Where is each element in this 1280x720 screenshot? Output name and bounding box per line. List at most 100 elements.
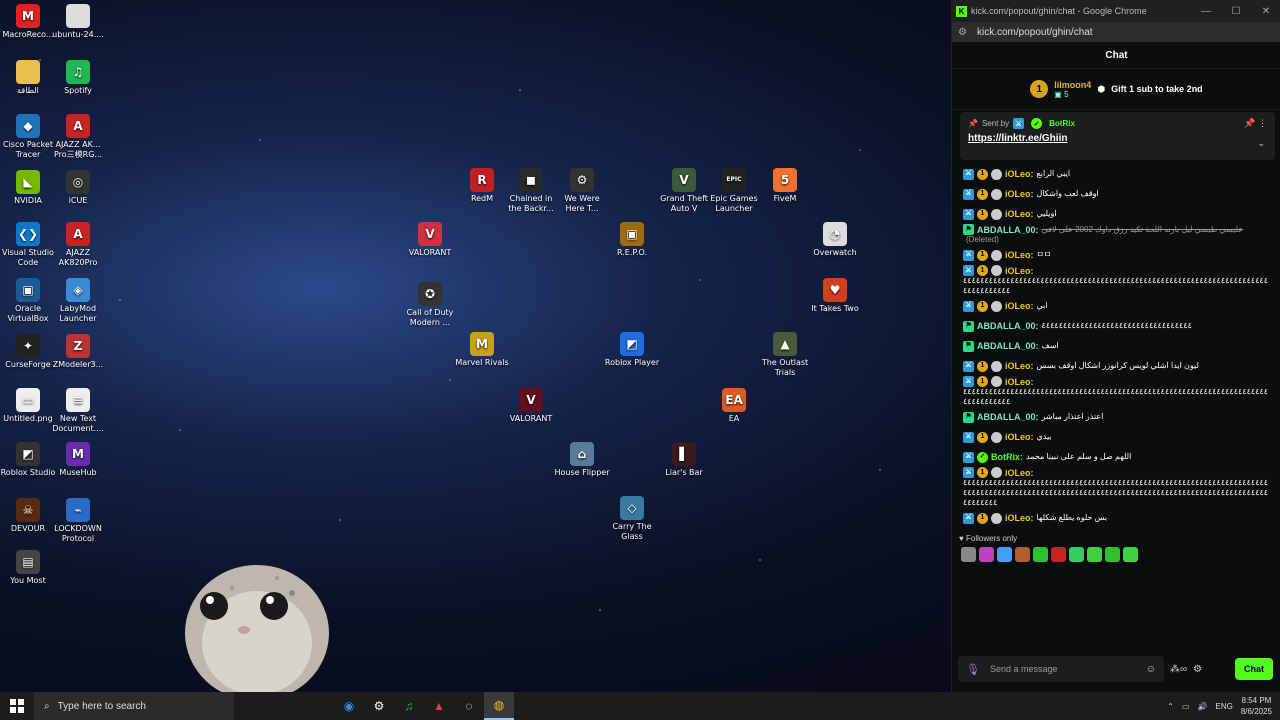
desktop-icon[interactable]: ◣ NVIDIA bbox=[0, 170, 56, 206]
desktop-icon[interactable]: ubuntu-24.... bbox=[50, 4, 106, 40]
emote-icon[interactable] bbox=[1051, 547, 1066, 562]
site-settings-icon[interactable]: ⚙ bbox=[958, 27, 967, 38]
taskbar-steam-icon[interactable]: ⚙ bbox=[364, 692, 394, 720]
chat-username[interactable]: iOLeo: bbox=[1005, 468, 1034, 478]
desktop-icon[interactable]: ❮❯ Visual Studio Code bbox=[0, 222, 56, 268]
chat-username[interactable]: BotRix: bbox=[991, 452, 1023, 462]
taskbar-app-blue-icon[interactable]: ◉ bbox=[334, 692, 364, 720]
pin-toggle-icon[interactable]: 📌 ⋮ bbox=[1244, 118, 1267, 129]
clock[interactable]: 8:54 PM 8/6/2025 bbox=[1241, 695, 1272, 717]
chat-username[interactable]: iOLeo: bbox=[1005, 209, 1034, 219]
maximize-button[interactable]: ☐ bbox=[1221, 6, 1251, 17]
chat-username[interactable]: iOLeo: bbox=[1005, 361, 1034, 371]
desktop-icon[interactable]: ✪ Call of Duty Modern ... bbox=[402, 282, 458, 328]
desktop-icon[interactable]: V VALORANT bbox=[503, 388, 559, 424]
chat-username[interactable]: ABDALLA_00: bbox=[977, 225, 1039, 235]
desktop-icon[interactable]: ◩ Roblox Studio bbox=[0, 442, 56, 478]
desktop-icon[interactable]: ◔ Overwatch bbox=[807, 222, 863, 258]
desktop-icon[interactable]: ▌ Liar's Bar bbox=[656, 442, 712, 478]
desktop-icon[interactable]: ▣ Oracle VirtualBox bbox=[0, 278, 56, 324]
chat-username[interactable]: iOLeo: bbox=[1005, 377, 1034, 387]
gift-cta-text[interactable]: Gift 1 sub to take 2nd bbox=[1111, 84, 1203, 94]
desktop-icon[interactable]: ▤ You Most bbox=[0, 550, 56, 586]
desktop-icon[interactable]: ▭ Untitled.png bbox=[0, 388, 56, 424]
desktop-icon[interactable]: 5 FiveM bbox=[757, 168, 813, 204]
emoji-icon[interactable]: ☺ bbox=[1146, 664, 1156, 675]
desktop-icon[interactable]: ♥ It Takes Two bbox=[807, 278, 863, 314]
chat-username[interactable]: iOLeo: bbox=[1005, 169, 1034, 179]
pinned-sender[interactable]: BotRix bbox=[1049, 119, 1075, 128]
emote-icon[interactable] bbox=[1087, 547, 1102, 562]
emote-icon[interactable] bbox=[1015, 547, 1030, 562]
chat-username[interactable]: iOLeo: bbox=[1005, 432, 1034, 442]
desktop-icon[interactable]: A AJAZZ AK820Pro bbox=[50, 222, 106, 268]
desktop-icon[interactable]: ⌁ LOCKDOWN Protocol bbox=[50, 498, 106, 544]
chat-username[interactable]: ABDALLA_00: bbox=[977, 321, 1039, 331]
chat-username[interactable]: iOLeo: bbox=[1005, 189, 1034, 199]
desktop-icon[interactable]: ◼ Chained in the Backr... bbox=[503, 168, 559, 214]
desktop-icon[interactable]: Z ZModeler3... bbox=[50, 334, 106, 370]
chevron-down-icon[interactable]: ⌄ bbox=[1257, 138, 1265, 149]
chat-username[interactable]: iOLeo: bbox=[1005, 250, 1034, 260]
desktop-icon[interactable]: V Grand Theft Auto V bbox=[656, 168, 712, 214]
chat-message[interactable]: ⚑ ABDALLA_00: اعتذر اعتذار مباشر bbox=[963, 407, 1271, 427]
emote-icon[interactable] bbox=[997, 547, 1012, 562]
chat-message[interactable]: ⚔ 1 iOLeo: بيدي bbox=[963, 427, 1271, 447]
chat-message[interactable]: ⚔ 1 iOLeo: ٤٤٤٤٤٤٤٤٤٤٤٤٤٤٤٤٤٤٤٤٤٤٤٤٤٤٤٤٤٤٤٤… bbox=[963, 467, 1271, 508]
desktop-icon[interactable]: ≡ New Text Document.... bbox=[50, 388, 106, 434]
message-input[interactable] bbox=[987, 663, 1138, 675]
chat-username[interactable]: iOLeo: bbox=[1005, 266, 1034, 276]
chat-message[interactable]: ⚔ 1 iOLeo: ايبي الرابع bbox=[963, 164, 1271, 184]
link-icon[interactable]: ⁂∞ bbox=[1170, 664, 1187, 675]
emote-icon[interactable] bbox=[961, 547, 976, 562]
chat-username[interactable]: ABDALLA_00: bbox=[977, 412, 1039, 422]
desktop-icon[interactable]: A AJAZZ AK... Pro三模RG... bbox=[50, 114, 106, 160]
emote-icon[interactable] bbox=[979, 547, 994, 562]
desktop-icon[interactable]: V VALORANT bbox=[402, 222, 458, 258]
mic-icon[interactable]: 🎙 bbox=[966, 663, 980, 676]
desktop-icon[interactable]: M MuseHub bbox=[50, 442, 106, 478]
chat-message[interactable]: ⚔ 1 iOLeo: اوقف لعب واشكال bbox=[963, 184, 1271, 204]
desktop-icon[interactable]: M Marvel Rivals bbox=[454, 332, 510, 368]
taskbar-app-icon[interactable]: ◌ bbox=[454, 692, 484, 720]
taskbar-spotify-icon[interactable]: ♫ bbox=[394, 692, 424, 720]
chat-message[interactable]: ⚔ 1 iOLeo: ليون ايدا اشلي لويس كرانوزر اشكا… bbox=[963, 356, 1271, 376]
chat-input-box[interactable]: 🎙 ☺ bbox=[958, 656, 1164, 682]
desktop-icon[interactable]: EPIC Epic Games Launcher bbox=[706, 168, 762, 214]
chat-message[interactable]: ⚔ 1 iOLeo: ابي bbox=[963, 296, 1271, 316]
emote-icon[interactable] bbox=[1105, 547, 1120, 562]
desktop-icon[interactable]: ◇ Carry The Glass bbox=[604, 496, 660, 542]
emote-icon[interactable] bbox=[1033, 547, 1048, 562]
network-icon[interactable]: ▭ bbox=[1182, 702, 1190, 711]
chat-message[interactable]: ⚑ ABDALLA_00: ٤٤٤٤٤٤٤٤٤٤٤٤٤٤٤٤٤٤٤٤٤٤٤٤٤٤٤٤… bbox=[963, 316, 1271, 336]
desktop-icon[interactable]: ◩ Roblox Player bbox=[604, 332, 660, 368]
taskbar-valorant-icon[interactable]: ▲ bbox=[424, 692, 454, 720]
desktop-icon[interactable]: ✦ CurseForge bbox=[0, 334, 56, 370]
close-button[interactable]: ✕ bbox=[1251, 6, 1280, 17]
chat-message[interactable]: ⚔ 1 iOLeo: ٤٤٤٤٤٤٤٤٤٤٤٤٤٤٤٤٤٤٤٤٤٤٤٤٤٤٤٤٤٤٤٤… bbox=[963, 376, 1271, 407]
input-language[interactable]: ENG bbox=[1216, 702, 1233, 711]
chat-message[interactable]: ⚑ ABDALLA_00: اسف bbox=[963, 336, 1271, 356]
desktop-icon[interactable]: ◈ LabyMod Launcher bbox=[50, 278, 106, 324]
chat-message[interactable]: ⚔ 1 iOLeo: بس حلوه يطلع شكلها bbox=[963, 508, 1271, 528]
gifter-username[interactable]: lilmoon4 bbox=[1054, 80, 1091, 90]
desktop-icon[interactable]: ⌂ House Flipper bbox=[554, 442, 610, 478]
sub-gift-banner[interactable]: 1 lilmoon4 ▣ 5 ⬢ Gift 1 sub to take 2nd bbox=[952, 69, 1280, 110]
chat-message[interactable]: ⚔ 1 iOLeo: اويليي bbox=[963, 204, 1271, 224]
desktop-icon[interactable]: R RedM bbox=[454, 168, 510, 204]
taskbar-search[interactable]: ⌕ Type here to search bbox=[34, 692, 234, 720]
pinned-message[interactable]: 📌 Sent by ⚔ ✓ BotRix https://linktr.ee/G… bbox=[960, 112, 1275, 160]
address-bar[interactable]: ⚙ kick.com/popout/ghin/chat bbox=[952, 22, 1280, 42]
pinned-link[interactable]: https://linktr.ee/Ghiin bbox=[968, 133, 1267, 144]
volume-icon[interactable]: 🔊 bbox=[1198, 702, 1208, 711]
minimize-button[interactable]: — bbox=[1191, 6, 1221, 17]
desktop-icon[interactable]: الطاقة bbox=[0, 60, 56, 96]
chat-message[interactable]: ⚑ ABDALLA_00: عليسي طيسي ليل بارنه اللحة ت… bbox=[963, 224, 1271, 245]
desktop-icon[interactable]: ◎ iCUE bbox=[50, 170, 106, 206]
settings-gear-icon[interactable]: ⚙ bbox=[1193, 664, 1202, 675]
desktop-icon[interactable]: ▲ The Outlast Trials bbox=[757, 332, 813, 378]
desktop-icon[interactable]: EA EA bbox=[706, 388, 762, 424]
chat-message[interactable]: ⚔ 1 iOLeo: ٤٤٤٤٤٤٤٤٤٤٤٤٤٤٤٤٤٤٤٤٤٤٤٤٤٤٤٤٤٤٤٤… bbox=[963, 265, 1271, 296]
chat-username[interactable]: iOLeo: bbox=[1005, 513, 1034, 523]
tray-expand-icon[interactable]: ⌃ bbox=[1167, 702, 1174, 711]
